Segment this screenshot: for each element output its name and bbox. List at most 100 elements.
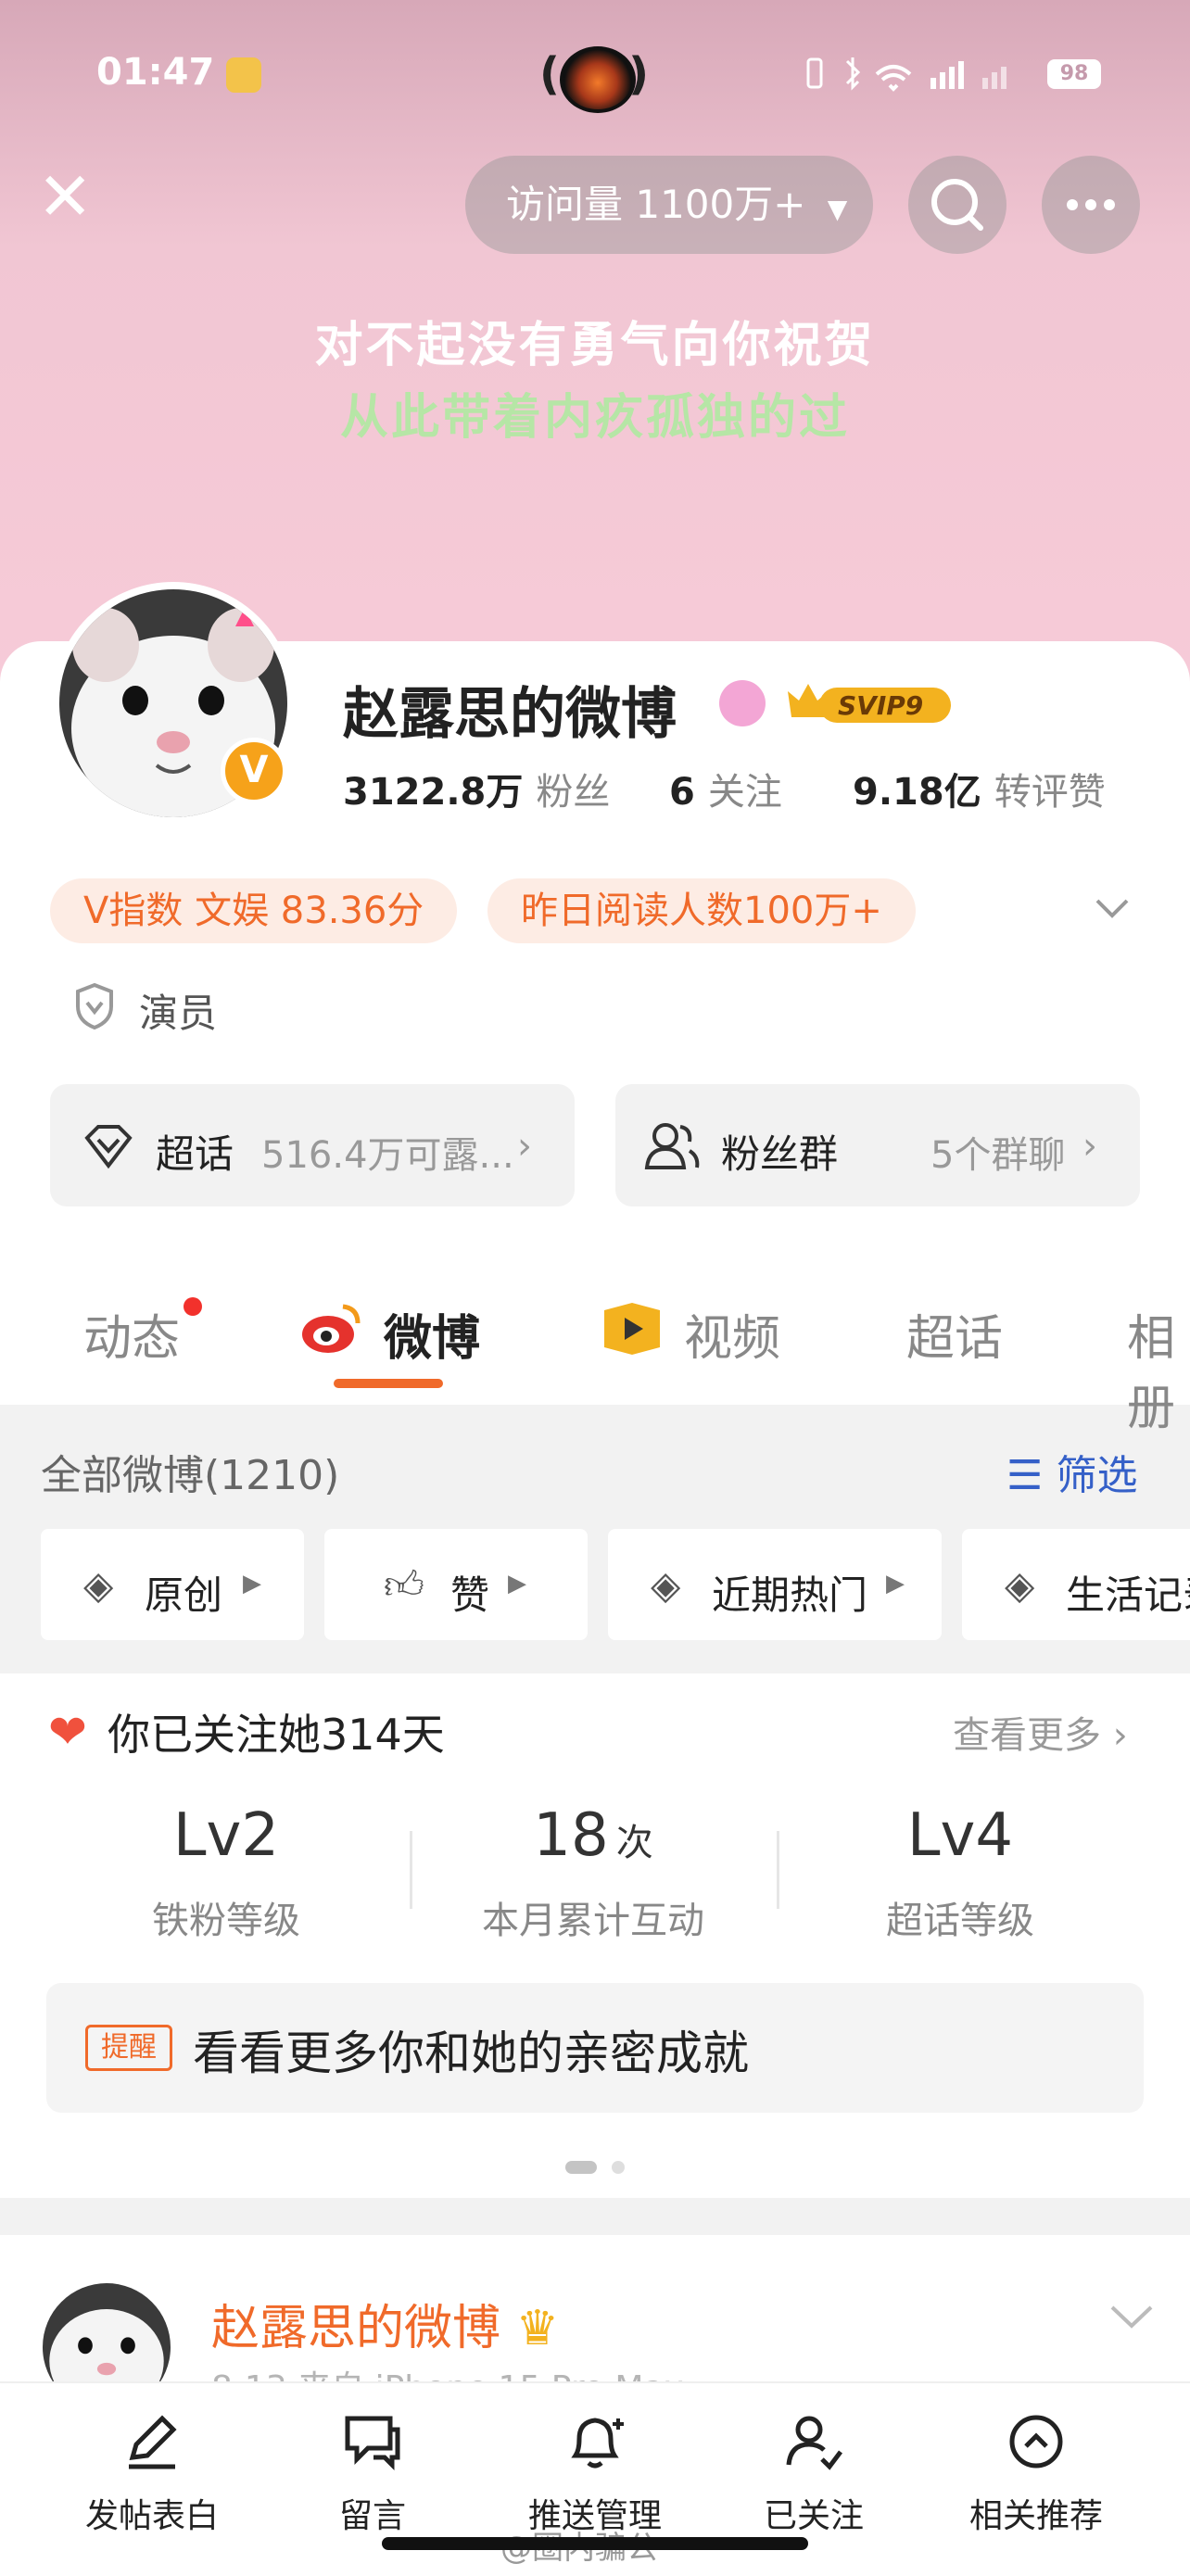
monthly-interactions-unit: 次	[615, 1822, 653, 1864]
chip-like[interactable]: 👍︎ 赞 ▶	[324, 1529, 588, 1640]
chevron-right-icon: ›	[1112, 1714, 1128, 1757]
weibo-logo-icon	[302, 1304, 361, 1353]
related-recommend-button[interactable]: 相关推荐	[943, 2409, 1129, 2537]
filter-button[interactable]: ☰ 筛选	[1006, 1442, 1137, 1501]
fans-label: 粉丝	[536, 771, 611, 814]
interactions-stat[interactable]: 9.18亿 转评赞	[853, 762, 1106, 815]
svip-badge[interactable]: SVIP9	[782, 675, 956, 730]
v-index-tag[interactable]: V指数 文娱 83.36分	[50, 878, 458, 943]
people-icon	[644, 1123, 700, 1169]
see-more-label: 查看更多	[953, 1714, 1101, 1757]
lyric-line-1: 对不起没有勇气向你祝贺	[314, 318, 876, 373]
reminder-tag: 提醒	[85, 2025, 172, 2071]
tab-album[interactable]: 相册	[1127, 1299, 1190, 1438]
followed-button[interactable]: 已关注	[721, 2409, 906, 2537]
visit-count-pill[interactable]: 访问量 1100万+ ▼	[465, 156, 873, 254]
chip-like-label: 赞	[450, 1572, 490, 1618]
interactions-count: 9.18亿	[853, 771, 981, 814]
interactions-label: 转评赞	[994, 771, 1106, 814]
dropdown-caret-icon: ▼	[827, 194, 848, 224]
stat-divider	[410, 1831, 412, 1909]
fan-group-sub: 5个群聊	[930, 1134, 1066, 1177]
tab-video[interactable]: 视频	[684, 1299, 780, 1369]
pencil-icon	[129, 2415, 177, 2469]
super-topic-level-label: 超话等级	[886, 1900, 1034, 1942]
related-recommend-label: 相关推荐	[968, 2497, 1103, 2535]
page-indicator-active	[565, 2161, 597, 2174]
status-icons	[801, 54, 1014, 102]
chip-original[interactable]: ◈ 原创 ▶	[41, 1529, 304, 1640]
chevron-down-icon[interactable]	[1108, 2298, 1155, 2335]
see-more-link[interactable]: 查看更多 ›	[953, 1705, 1128, 1759]
bell-icon	[571, 2418, 624, 2469]
reader-count-tag[interactable]: 昨日阅读人数100万+	[487, 878, 916, 943]
diamond-icon	[84, 1125, 133, 1169]
female-icon	[719, 680, 766, 726]
super-topic-button[interactable]: 超话 516.4万可露... ›	[50, 1084, 575, 1206]
weibo-app-status-icon	[226, 57, 261, 93]
layers-icon: ◈	[1005, 1562, 1035, 1608]
role-label: 演员	[139, 991, 218, 1036]
crown-icon: ♛	[515, 2301, 560, 2356]
more-dots-icon	[1067, 199, 1115, 210]
post-confession-button[interactable]: 发帖表白	[59, 2409, 245, 2537]
profile-name: 赵露思的微博	[343, 682, 677, 747]
page-indicator	[612, 2161, 625, 2174]
filter-label: 筛选	[1056, 1452, 1138, 1499]
message-label: 留言	[338, 2497, 406, 2535]
reminder-text: 看看更多你和她的亲密成就	[193, 2027, 749, 2080]
notification-dot	[184, 1297, 202, 1316]
svip-label: SVIP9	[838, 690, 923, 721]
status-time: 01:47	[96, 51, 215, 94]
more-button[interactable]	[1042, 156, 1140, 254]
super-topic-label: 超话	[156, 1131, 234, 1177]
iron-fan-level-value: Lv2	[172, 1801, 280, 1870]
following-stat[interactable]: 6 关注	[669, 762, 782, 815]
tab-weibo[interactable]: 微博	[384, 1299, 480, 1369]
push-settings-button[interactable]: 推送管理	[502, 2409, 688, 2537]
island-bracket-left: (	[539, 48, 560, 100]
chip-original-label: 原创	[145, 1572, 223, 1618]
chip-recent-hot[interactable]: ◈ 近期热门 ▶	[608, 1529, 942, 1640]
music-cover-icon	[560, 46, 636, 113]
fan-group-label: 粉丝群	[721, 1131, 839, 1177]
fan-group-button[interactable]: 粉丝群 5个群聊 ›	[615, 1084, 1140, 1206]
active-tab-indicator	[334, 1379, 443, 1388]
chevron-right-icon: ›	[1082, 1125, 1097, 1168]
video-icon	[604, 1303, 660, 1355]
tab-dynamic[interactable]: 动态	[83, 1299, 180, 1369]
tab-super-topic[interactable]: 超话	[906, 1299, 1003, 1369]
verified-v-badge: V	[221, 738, 287, 804]
chevron-down-icon[interactable]	[1094, 890, 1131, 927]
layers-icon: ◈	[83, 1562, 114, 1608]
search-button[interactable]	[908, 156, 1006, 254]
all-posts-count: 全部微博(1210)	[41, 1452, 340, 1499]
following-count: 6	[669, 771, 695, 814]
caret-right-icon: ▶	[886, 1570, 905, 1597]
monthly-interactions-value: 18	[533, 1801, 609, 1870]
caret-right-icon: ▶	[243, 1570, 261, 1597]
search-icon	[931, 179, 983, 231]
close-icon[interactable]: ✕	[37, 163, 93, 230]
heart-icon: ❤	[48, 1705, 87, 1759]
battery-indicator: 98	[1047, 59, 1101, 89]
home-indicator[interactable]	[382, 2537, 808, 2550]
super-topic-level-value: Lv4	[906, 1801, 1014, 1870]
shield-icon	[74, 982, 115, 1030]
chevron-up-circle-icon	[1009, 2415, 1063, 2469]
caret-right-icon: ▶	[508, 1570, 526, 1597]
chevron-right-icon: ›	[517, 1125, 532, 1168]
post-author[interactable]: 赵露思的微博 ♛	[211, 2289, 559, 2358]
monthly-interactions: 18 次	[454, 1801, 732, 1870]
message-button[interactable]: 留言	[280, 2409, 465, 2537]
lyric-line-2: 从此带着内疚孤独的过	[339, 390, 850, 446]
post-confession-label: 发帖表白	[84, 2497, 219, 2535]
profile-tabs: 动态 微博 视频 超话 相册	[0, 1242, 1190, 1436]
chip-recent-hot-label: 近期热门	[712, 1572, 868, 1618]
fans-stat[interactable]: 3122.8万 粉丝	[343, 762, 610, 815]
chip-life-record[interactable]: ◈ 生活记录	[962, 1529, 1190, 1640]
fans-count: 3122.8万	[343, 771, 524, 814]
island-bracket-right: )	[628, 48, 649, 100]
user-check-icon	[786, 2416, 842, 2470]
chip-life-record-label: 生活记录	[1066, 1572, 1190, 1618]
